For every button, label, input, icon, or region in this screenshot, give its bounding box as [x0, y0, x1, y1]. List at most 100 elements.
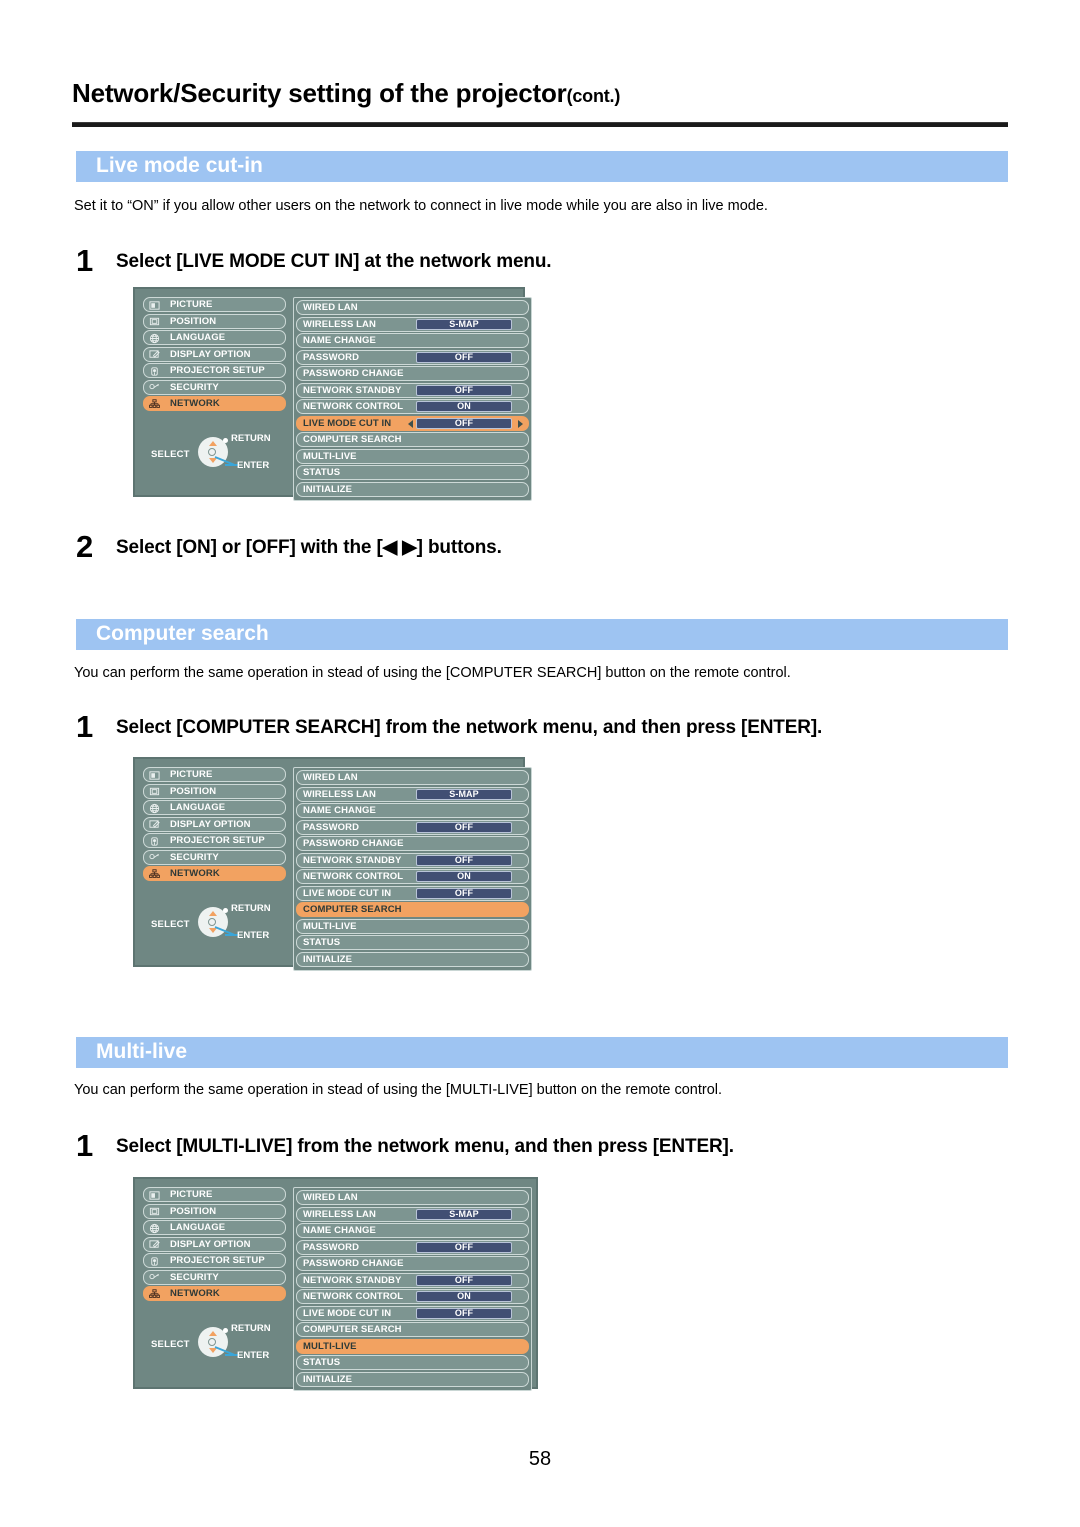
section-heading-label: Live mode cut-in	[96, 154, 263, 177]
osd-menu-row-value[interactable]: OFF	[416, 1307, 512, 1319]
osd-sidebar-item-projector-setup[interactable]: PROJECTOR SETUP	[143, 833, 286, 848]
osd-menu-row-label: STATUS	[303, 1357, 341, 1368]
osd-menu-row-value[interactable]: S-MAP	[416, 318, 512, 330]
osd-sidebar-item-language[interactable]: LANGUAGE	[143, 1220, 286, 1235]
arrow-up-icon[interactable]	[209, 910, 217, 916]
osd-sidebar-item-network[interactable]: NETWORK	[143, 866, 286, 881]
arrow-up-icon[interactable]	[209, 1330, 217, 1336]
enter-button-icon[interactable]	[208, 1337, 216, 1346]
select-label: SELECT	[151, 448, 190, 460]
osd-sidebar-item-display-option[interactable]: DISPLAY OPTION	[143, 816, 286, 832]
osd-sidebar-item-picture[interactable]: PICTURE	[143, 1187, 286, 1202]
osd-menu-row[interactable]: PASSWORD OFF	[296, 1239, 529, 1255]
osd-menu-row-label: NETWORK CONTROL	[303, 1291, 404, 1302]
osd-menu-row[interactable]: WIRELESS LAN S-MAP	[296, 316, 529, 332]
osd-menu-row-value[interactable]: OFF	[416, 887, 512, 899]
osd-menu-row[interactable]: LIVE MODE CUT IN OFF	[296, 1305, 529, 1321]
osd-menu-row[interactable]: NETWORK STANDBY OFF	[296, 852, 529, 868]
osd-menu-row[interactable]: LIVE MODE CUT IN OFF	[296, 415, 529, 431]
osd-menu-row[interactable]: WIRED LAN	[296, 1190, 529, 1205]
osd-menu-row[interactable]: MULTI-LIVE	[296, 918, 529, 934]
osd-sidebar-item-display-option[interactable]: DISPLAY OPTION	[143, 346, 286, 362]
osd-menu-row-value[interactable]: ON	[416, 1291, 512, 1302]
osd-menu-row[interactable]: INITIALIZE	[296, 1371, 529, 1387]
section-heading-band: Live mode cut-in	[76, 151, 1008, 182]
osd-menu-row-value[interactable]: OFF	[416, 417, 512, 429]
osd-sidebar-item-position[interactable]: POSITION	[143, 1203, 286, 1219]
osd-menu-row[interactable]: STATUS	[296, 465, 529, 480]
osd-menu-row[interactable]: PASSWORD OFF	[296, 819, 529, 835]
osd-menu-row-value[interactable]: S-MAP	[416, 788, 512, 800]
step-number: 1	[76, 709, 94, 744]
arrow-left-icon[interactable]	[408, 420, 413, 428]
enter-button-icon[interactable]	[208, 917, 216, 926]
osd-sidebar-item-language[interactable]: LANGUAGE	[143, 800, 286, 815]
osd-sidebar-item-label: DISPLAY OPTION	[170, 1238, 251, 1250]
osd-menu-row[interactable]: NETWORK CONTROL ON	[296, 399, 529, 414]
osd-menu-row-label: INITIALIZE	[303, 953, 353, 965]
osd-sidebar-item-projector-setup[interactable]: PROJECTOR SETUP	[143, 363, 286, 378]
osd-menu-row[interactable]: STATUS	[296, 935, 529, 950]
osd-sidebar-item-picture[interactable]: PICTURE	[143, 297, 286, 312]
osd-menu-row[interactable]: INITIALIZE	[296, 951, 529, 967]
osd-menu-row[interactable]: NAME CHANGE	[296, 1223, 529, 1238]
osd-sidebar-item-security[interactable]: SECURITY	[143, 379, 286, 395]
osd-menu-row[interactable]: COMPUTER SEARCH	[296, 902, 529, 917]
instruction-step: 1 Select [COMPUTER SEARCH] from the netwo…	[76, 709, 822, 745]
osd-menu-row[interactable]: NETWORK STANDBY OFF	[296, 382, 529, 398]
osd-sidebar-item-position[interactable]: POSITION	[143, 783, 286, 799]
osd-menu-row[interactable]: COMPUTER SEARCH	[296, 432, 529, 447]
osd-sidebar-item-position[interactable]: POSITION	[143, 313, 286, 329]
osd-menu-row-value[interactable]: OFF	[416, 1274, 512, 1286]
osd-menu-row[interactable]: WIRELESS LAN S-MAP	[296, 786, 529, 802]
osd-sidebar-item-picture[interactable]: PICTURE	[143, 767, 286, 782]
osd-sidebar-item-network[interactable]: NETWORK	[143, 1286, 286, 1301]
osd-menu-row[interactable]: NETWORK CONTROL ON	[296, 1289, 529, 1304]
osd-menu-row-label: PASSWORD CHANGE	[303, 838, 404, 849]
osd-menu-row[interactable]: NETWORK CONTROL ON	[296, 869, 529, 884]
osd-menu-row-label: INITIALIZE	[303, 483, 353, 495]
osd-menu-row[interactable]: STATUS	[296, 1355, 529, 1370]
projector-icon	[149, 1256, 160, 1267]
section-paragraph: Set it to “ON” if you allow other users …	[74, 198, 768, 214]
osd-menu-row[interactable]: INITIALIZE	[296, 481, 529, 497]
osd-menu-row-value[interactable]: OFF	[416, 351, 512, 363]
osd-menu-row-value[interactable]: OFF	[416, 854, 512, 866]
osd-menu-row[interactable]: PASSWORD OFF	[296, 349, 529, 365]
osd-sidebar-item-projector-setup[interactable]: PROJECTOR SETUP	[143, 1253, 286, 1268]
step-text: Select [MULTI-LIVE] from the network men…	[116, 1136, 734, 1157]
arrow-up-icon[interactable]	[209, 440, 217, 446]
osd-sidebar-item-security[interactable]: SECURITY	[143, 1269, 286, 1285]
osd-menu-row-value[interactable]: S-MAP	[416, 1208, 512, 1220]
enter-label: ENTER	[237, 459, 270, 471]
osd-menu-row[interactable]: LIVE MODE CUT IN OFF	[296, 885, 529, 901]
osd-menu-row[interactable]: NAME CHANGE	[296, 333, 529, 348]
osd-menu-row[interactable]: COMPUTER SEARCH	[296, 1322, 529, 1337]
osd-menu-row-label: INITIALIZE	[303, 1373, 353, 1385]
osd-menu-row[interactable]: WIRELESS LAN S-MAP	[296, 1206, 529, 1222]
osd-menu-row-value[interactable]: OFF	[416, 821, 512, 833]
osd-sidebar-item-display-option[interactable]: DISPLAY OPTION	[143, 1236, 286, 1252]
enter-button-icon[interactable]	[208, 447, 216, 456]
osd-menu-row[interactable]: NAME CHANGE	[296, 803, 529, 818]
osd-menu-row[interactable]: NETWORK STANDBY OFF	[296, 1272, 529, 1288]
osd-menu-row-value[interactable]: ON	[416, 871, 512, 882]
osd-sidebar-item-label: PROJECTOR SETUP	[170, 365, 265, 376]
osd-menu-row[interactable]: WIRED LAN	[296, 300, 529, 315]
osd-menu-row-label: MULTI-LIVE	[303, 1340, 357, 1352]
osd-menu-row-value[interactable]: OFF	[416, 384, 512, 396]
osd-menu-row-value[interactable]: OFF	[416, 1241, 512, 1253]
osd-menu-row[interactable]: WIRED LAN	[296, 770, 529, 785]
osd-menu-row[interactable]: MULTI-LIVE	[296, 448, 529, 464]
manual-page: Network/Security setting of the projecto…	[0, 0, 1080, 1527]
osd-menu-row[interactable]: PASSWORD CHANGE	[296, 1256, 529, 1271]
arrow-right-icon[interactable]	[518, 420, 523, 428]
osd-sidebar-item-language[interactable]: LANGUAGE	[143, 330, 286, 345]
osd-menu-row-label: PASSWORD	[303, 1241, 360, 1253]
osd-menu-row-value[interactable]: ON	[416, 401, 512, 412]
osd-sidebar-item-network[interactable]: NETWORK	[143, 396, 286, 411]
osd-menu-row[interactable]: MULTI-LIVE	[296, 1338, 529, 1354]
osd-menu-row[interactable]: PASSWORD CHANGE	[296, 366, 529, 381]
osd-sidebar-item-security[interactable]: SECURITY	[143, 849, 286, 865]
osd-menu-row[interactable]: PASSWORD CHANGE	[296, 836, 529, 851]
